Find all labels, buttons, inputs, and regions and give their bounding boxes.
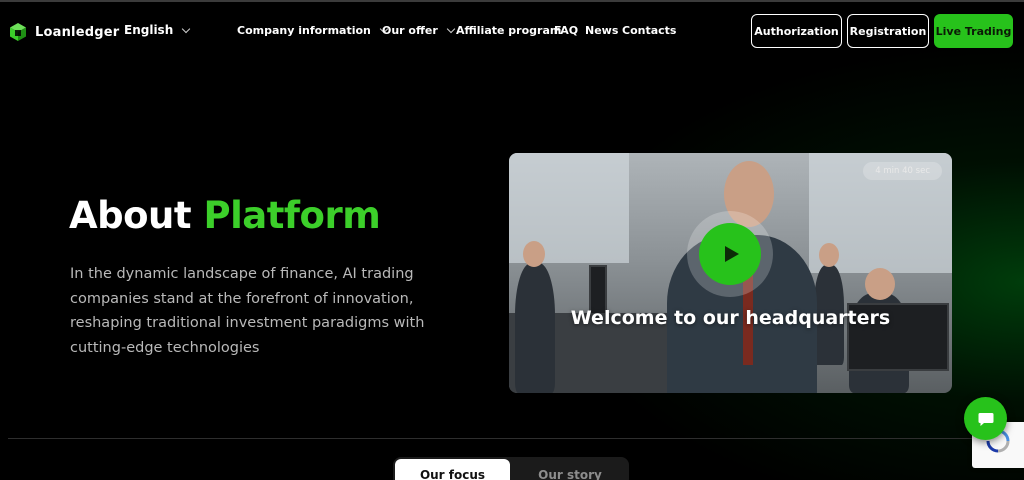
language-label: English xyxy=(124,23,174,37)
play-button[interactable] xyxy=(687,211,773,297)
nav-label: Company information xyxy=(237,24,371,37)
nav-label: FAQ xyxy=(554,24,579,37)
chevron-down-icon xyxy=(446,24,456,34)
background-person-head xyxy=(523,241,545,267)
tab-bar: Our focus Our story xyxy=(393,457,629,480)
authorization-button[interactable]: Authorization xyxy=(751,14,842,48)
nav-contacts[interactable]: Contacts xyxy=(622,24,676,37)
nav-our-offer[interactable]: Our offer xyxy=(382,24,456,37)
nav-affiliate-program[interactable]: Affiliate program xyxy=(456,24,561,37)
nav-faq[interactable]: FAQ xyxy=(554,24,578,37)
brand-name: Loanledger xyxy=(35,24,120,40)
live-trading-button[interactable]: Live Trading xyxy=(934,14,1013,48)
chevron-down-icon xyxy=(182,24,191,33)
nav-label: Our offer xyxy=(382,24,438,37)
registration-button[interactable]: Registration xyxy=(847,14,929,48)
brand-logo[interactable]: Loanledger xyxy=(8,22,119,42)
nav-news[interactable]: News xyxy=(585,24,618,37)
section-divider xyxy=(8,438,1008,439)
nav-label: Contacts xyxy=(622,24,677,37)
hero-description: In the dynamic landscape of finance, AI … xyxy=(70,266,425,356)
nav-label: Affiliate program xyxy=(456,24,562,37)
hero-title: About Platform xyxy=(69,194,381,237)
video-duration-badge: 4 min 40 sec xyxy=(863,162,942,180)
background-person-head xyxy=(819,243,839,267)
nav-label: News xyxy=(585,24,619,37)
video-caption: Welcome to our headquarters xyxy=(570,307,891,329)
hero-title-main: About xyxy=(69,194,192,237)
chat-bubble-icon xyxy=(978,412,993,426)
video-player[interactable]: 4 min 40 sec Welcome to our headquarters xyxy=(509,153,952,393)
background-person-head xyxy=(865,268,895,300)
nav-company-information[interactable]: Company information xyxy=(237,24,389,37)
hero-title-accent: Platform xyxy=(203,194,381,237)
cube-logo-icon xyxy=(10,23,26,41)
play-circle xyxy=(699,223,761,285)
site-header: Loanledger English Company information O… xyxy=(0,2,1024,58)
tab-our-story[interactable]: Our story xyxy=(513,459,627,480)
chat-button[interactable] xyxy=(964,397,1007,440)
play-icon xyxy=(724,246,739,262)
tab-our-focus[interactable]: Our focus xyxy=(395,459,510,480)
language-selector[interactable]: English xyxy=(124,23,191,37)
